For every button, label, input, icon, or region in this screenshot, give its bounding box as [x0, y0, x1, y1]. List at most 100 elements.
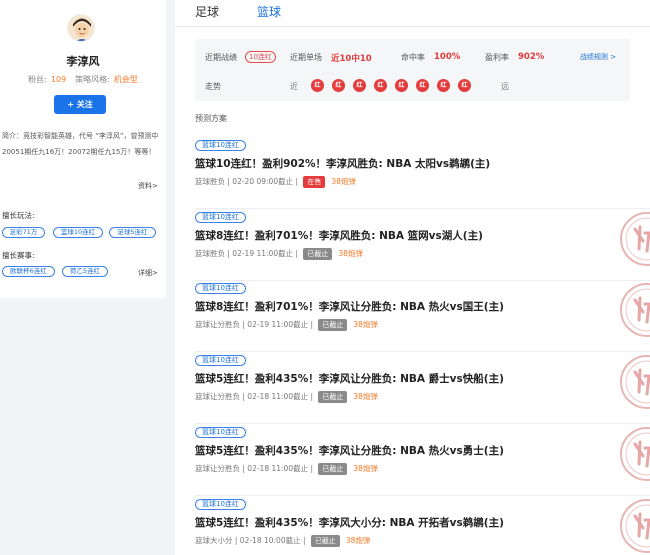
plan-status-badge: 已截止	[318, 319, 348, 331]
plan-price: 38炮弹	[353, 392, 378, 401]
plan-status-badge: 已截止	[318, 391, 348, 403]
plan-item[interactable]: 篮球10连红篮球10连红！盈利902%！李淳风胜负: NBA 太阳vs鹈鹕(主)…	[195, 137, 650, 209]
plan-streak-tag: 篮球10连红	[195, 355, 246, 366]
plan-item[interactable]: 篮球10连红篮球5连红！盈利435%！李淳风大小分: NBA 开拓者vs鹈鹕(主…	[195, 496, 650, 555]
plan-item[interactable]: 篮球10连红篮球5连红！盈利435%！李淳风让分胜负: NBA 爵士vs快船(主…	[195, 352, 650, 424]
trend-dot: 红	[374, 79, 387, 92]
plan-meta: 篮球让分胜负 | 02-18 11:00截止 | 已截止 38炮弹	[195, 391, 378, 403]
plan-status-badge: 已截止	[318, 463, 348, 475]
plan-meta: 篮球胜负 | 02-19 11:00截止 | 已截止 38炮弹	[195, 248, 363, 260]
profit-rate-label: 盈利率	[485, 53, 509, 62]
plan-type: 篮球胜负	[195, 177, 225, 186]
plan-type: 篮球胜负	[195, 249, 225, 258]
trend-dot: 红	[437, 79, 450, 92]
red-hit-stamp-icon	[615, 280, 650, 340]
skills-label: 擅长玩法:	[2, 211, 35, 220]
plan-streak-tag: 篮球10连红	[195, 283, 246, 294]
profile-name: 李淳风	[66, 55, 100, 68]
fans-count: 109	[50, 75, 67, 84]
plan-type: 篮球让分胜负	[195, 320, 240, 329]
plan-type: 篮球让分胜负	[195, 392, 240, 401]
plan-title[interactable]: 篮球8连红！盈利701%！李淳风胜负: NBA 篮网vs湖人(主)	[195, 228, 483, 243]
recent-single-value: 近10中10	[331, 54, 372, 64]
plan-deadline: 02-18 11:00截止	[247, 464, 309, 473]
plan-streak-tag: 篮球10连红	[195, 427, 246, 438]
plan-price: 38炮弹	[353, 320, 378, 329]
trend-dot: 红	[395, 79, 408, 92]
plan-title[interactable]: 篮球5连红！盈利435%！李淳风大小分: NBA 开拓者vs鹈鹕(主)	[195, 515, 504, 530]
plan-title[interactable]: 篮球8连红！盈利701%！李淳风让分胜负: NBA 热火vs国王(主)	[195, 299, 504, 314]
style-value: 机会型	[113, 75, 138, 84]
red-hit-stamp-icon	[615, 496, 650, 555]
plan-title[interactable]: 篮球5连红！盈利435%！李淳风让分胜负: NBA 热火vs勇士(主)	[195, 443, 504, 458]
recent-single-label: 近期单场	[290, 53, 322, 62]
plan-streak-tag: 篮球10连红	[195, 499, 246, 510]
meta-separator: |	[232, 536, 240, 545]
profile-stats: 粉丝: 109 策略风格: 机会型	[0, 74, 166, 85]
event-tag[interactable]: 欧联杯6连红	[2, 266, 55, 277]
events-label: 擅长赛事:	[2, 251, 35, 260]
skill-tag[interactable]: 足球5连红	[109, 227, 156, 238]
profile-card: 李淳风 粉丝: 109 策略风格: 机会型 + 关注 简介：竞技彩智能英雄，代号 “李…	[0, 0, 166, 298]
skill-tag[interactable]: 足彩71万	[2, 227, 45, 238]
bio-more-link[interactable]: 资料>	[138, 181, 158, 191]
plan-meta: 篮球大小分 | 02-18 10:00截止 | 已截止 38炮弹	[195, 535, 370, 547]
avatar[interactable]	[67, 14, 95, 42]
plan-item[interactable]: 篮球10连红篮球5连红！盈利435%！李淳风让分胜负: NBA 热火vs勇士(主…	[195, 424, 650, 496]
meta-separator: |	[308, 320, 316, 329]
plan-deadline: 02-19 11:00截止	[232, 249, 294, 258]
recent-record-label: 近期战绩	[205, 53, 237, 62]
plan-streak-tag: 篮球10连红	[195, 140, 246, 151]
record-summary: 近期战绩 10连红 近期单场 近10中10 命中率 100% 盈利率 902% …	[195, 39, 630, 101]
plan-streak-tag: 篮球10连红	[195, 212, 246, 223]
follow-button[interactable]: + 关注	[54, 95, 106, 114]
plan-price: 38炮弹	[345, 536, 371, 545]
tab-basketball[interactable]: 篮球	[257, 3, 281, 20]
meta-separator: |	[293, 249, 301, 258]
meta-separator: |	[293, 177, 301, 186]
trend-near-label: 近	[290, 82, 298, 91]
trend-far-label: 远	[501, 82, 509, 91]
plan-item[interactable]: 篮球10连红篮球8连红！盈利701%！李淳风胜负: NBA 篮网vs湖人(主) 篮…	[195, 209, 650, 281]
plan-status-badge: 已截止	[303, 248, 333, 260]
plan-title[interactable]: 篮球5连红！盈利435%！李淳风让分胜负: NBA 爵士vs快船(主)	[195, 371, 504, 386]
record-rules-link[interactable]: 战绩规则 >	[580, 52, 616, 62]
plan-status-badge: 已截止	[310, 535, 340, 547]
meta-separator: |	[308, 392, 316, 401]
plan-meta: 篮球让分胜负 | 02-18 11:00截止 | 已截止 38炮弹	[195, 463, 378, 475]
plan-section-title: 预测方案	[195, 114, 227, 123]
plan-meta: 篮球让分胜负 | 02-19 11:00截止 | 已截止 38炮弹	[195, 319, 378, 331]
plan-deadline: 02-20 09:00截止	[232, 177, 294, 186]
meta-separator: |	[300, 536, 308, 545]
plan-title[interactable]: 篮球10连红！盈利902%！李淳风胜负: NBA 太阳vs鹈鹕(主)	[195, 156, 490, 171]
plan-item[interactable]: 篮球10连红篮球8连红！盈利701%！李淳风让分胜负: NBA 热火vs国王(主…	[195, 280, 650, 352]
plan-meta: 篮球胜负 | 02-20 09:00截止 | 在售 38炮弹	[195, 176, 356, 188]
plan-type: 篮球让分胜负	[195, 464, 240, 473]
red-hit-stamp-icon	[615, 424, 650, 484]
event-tag[interactable]: 荷乙5连红	[62, 266, 108, 277]
plan-status-badge: 在售	[303, 176, 326, 188]
profit-rate-value: 902%	[518, 52, 545, 62]
red-hit-stamp-icon	[615, 209, 650, 269]
fans-label: 粉丝:	[28, 75, 47, 84]
hit-rate-label: 命中率	[401, 53, 425, 62]
sport-tabs: 足球 篮球	[175, 0, 650, 27]
skill-tag[interactable]: 篮球10连红	[53, 227, 103, 238]
plan-deadline: 02-19 11:00截止	[247, 320, 309, 329]
plan-price: 38炮弹	[338, 249, 363, 258]
plan-type: 篮球大小分	[195, 536, 233, 545]
main-panel: 足球 篮球 近期战绩 10连红 近期单场 近10中10 命中率 100% 盈利率…	[175, 0, 650, 555]
tab-football[interactable]: 足球	[195, 3, 219, 20]
recent-streak-badge: 10连红	[245, 51, 276, 63]
trend-label: 走势	[205, 82, 221, 91]
trend-dot: 红	[311, 79, 324, 92]
trend-dot: 红	[458, 79, 471, 92]
trend-dot: 红	[416, 79, 429, 92]
profile-bio: 简介：竞技彩智能英雄，代号 “李淳风”，曾预测中20051期任九16万！2007…	[2, 132, 159, 156]
events-more-link[interactable]: 详细>	[138, 268, 158, 278]
red-hit-stamp-icon	[615, 352, 650, 412]
plan-deadline: 02-18 10:00截止	[239, 536, 301, 545]
plan-price: 38炮弹	[353, 464, 378, 473]
meta-separator: |	[308, 464, 316, 473]
style-label: 策略风格:	[75, 75, 110, 84]
